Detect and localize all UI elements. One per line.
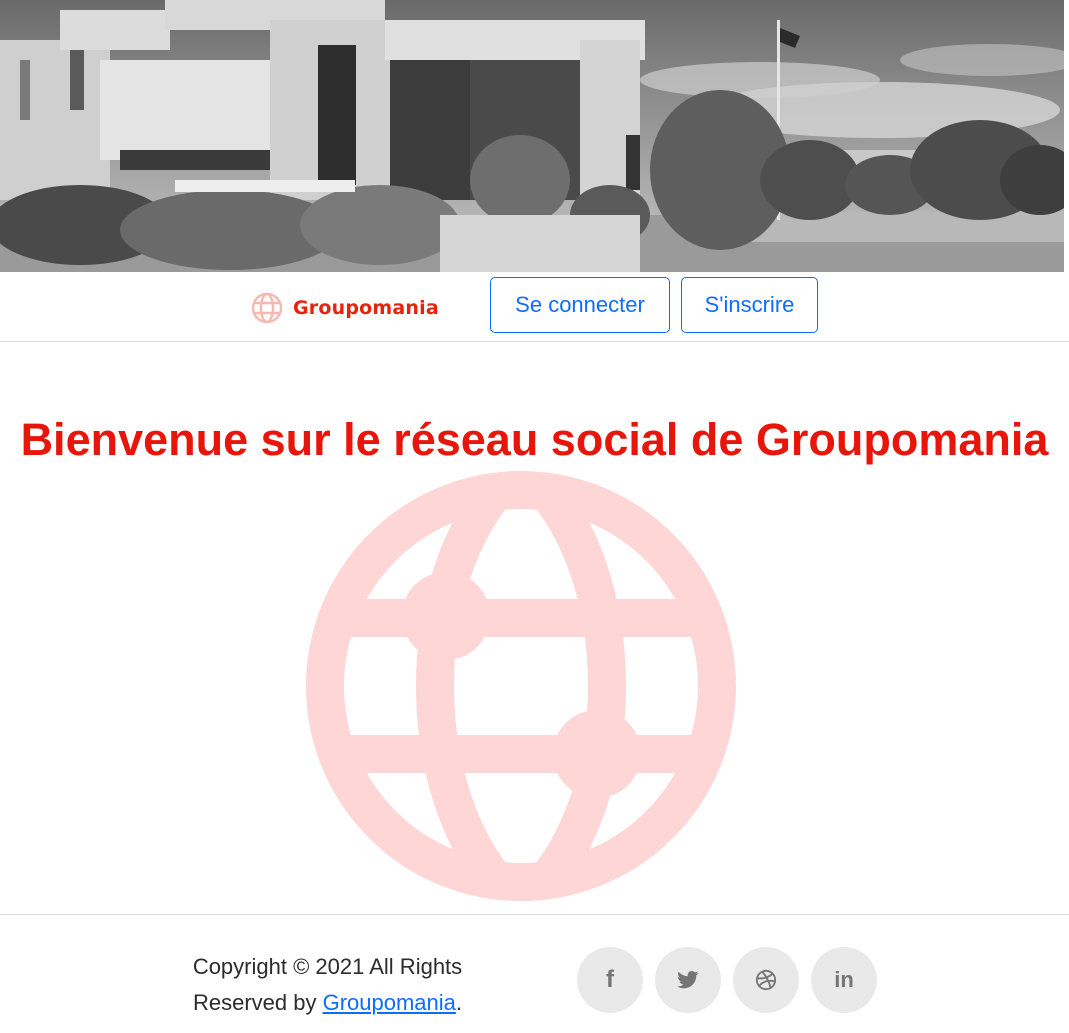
copyright-link[interactable]: Groupomania [323,990,456,1015]
copyright-end: . [455,990,463,1015]
copyright-text: Copyright © 2021 All Rights Reserved by … [170,949,485,1021]
linkedin-button[interactable]: in [811,947,877,1013]
navbar: Groupomania Se connecter S'inscrire [0,272,1069,342]
globe-icon [306,471,736,901]
brand-name: Groupomania [293,297,439,319]
footer: Copyright © 2021 All Rights Reserved by … [0,914,1069,1033]
dribbble-button[interactable] [733,947,799,1013]
page: Groupomania Se connecter S'inscrire Bien… [0,0,1069,1033]
hero-image [0,0,1064,272]
facebook-button[interactable]: f [577,947,643,1013]
facebook-icon: f [606,966,614,993]
login-button[interactable]: Se connecter [490,277,670,333]
linkedin-icon: in [834,967,854,992]
globe-icon [251,292,283,324]
twitter-icon [677,971,699,989]
signup-button[interactable]: S'inscrire [681,277,818,333]
welcome-title: Bienvenue sur le réseau social de Groupo… [20,414,1049,465]
dribbble-icon [755,969,777,991]
brand-logo[interactable]: Groupomania [247,292,439,324]
twitter-button[interactable] [655,947,721,1013]
